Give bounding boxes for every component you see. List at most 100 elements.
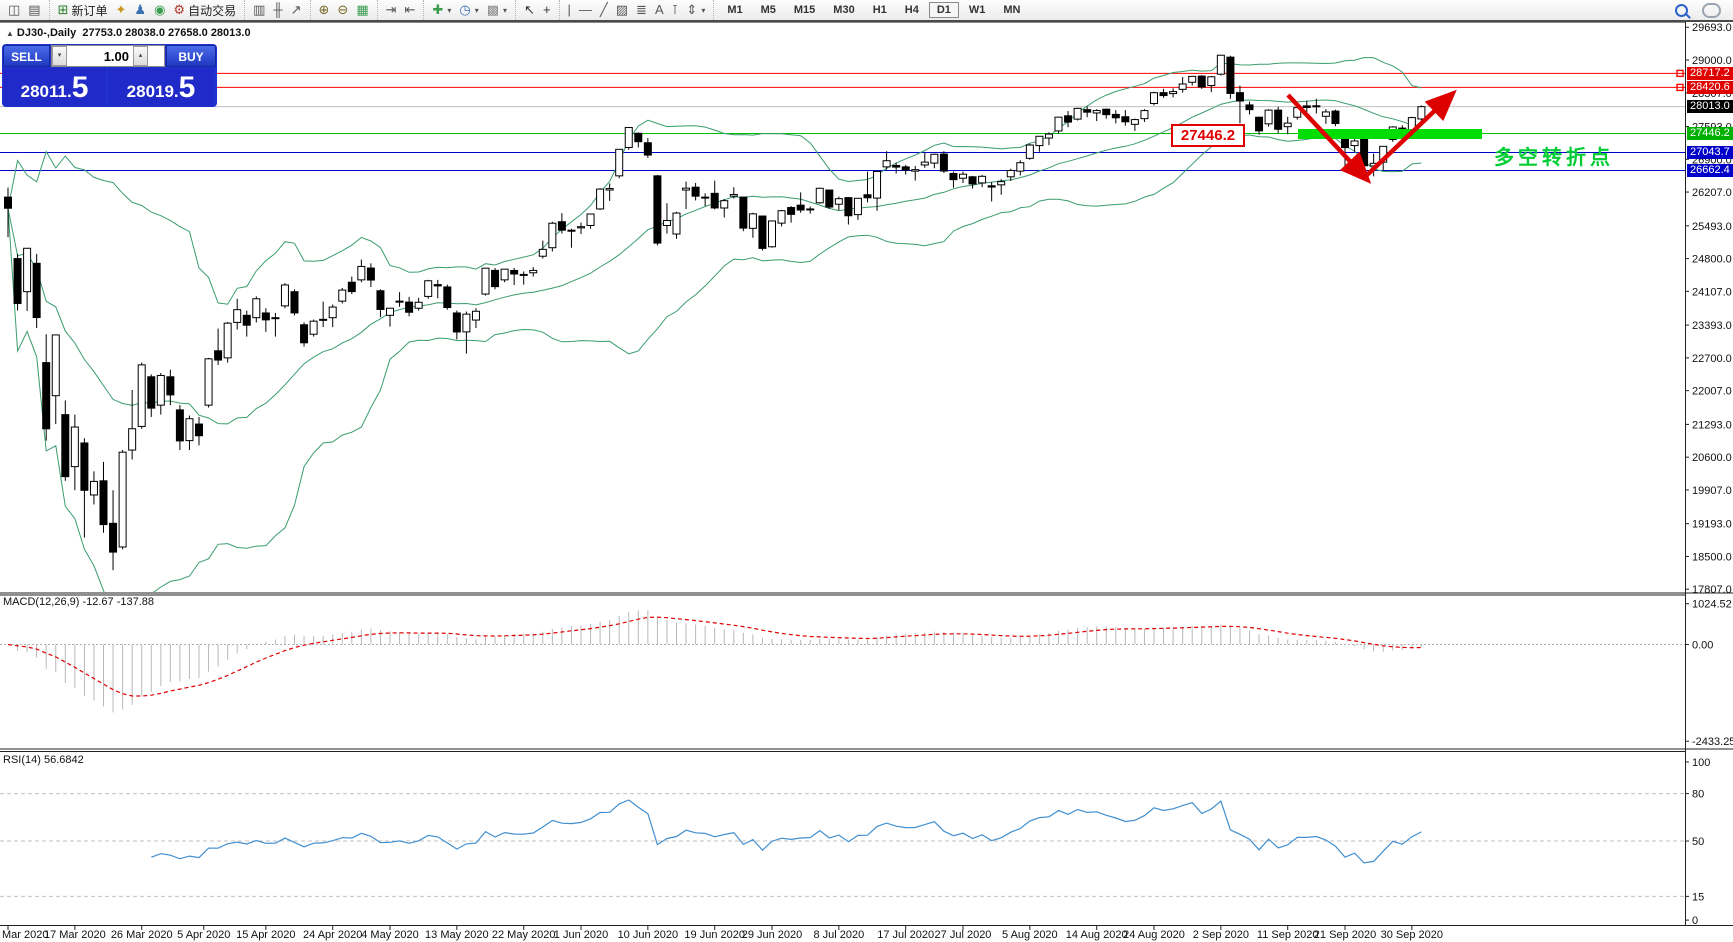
equidistant-channel-icon[interactable]: ▨ xyxy=(612,1,632,19)
new-order-icon[interactable]: ⊞ 新订单 xyxy=(54,1,112,19)
buy-price[interactable]: 28019. 5 xyxy=(108,68,214,106)
signals-icon[interactable]: ◉ xyxy=(150,1,169,19)
svg-text:100: 100 xyxy=(1692,757,1710,769)
symbol-period: DJ30-,Daily xyxy=(16,27,77,39)
volume-decrease-button[interactable]: ▾ xyxy=(52,46,67,66)
date-axis: Mar 202017 Mar 2020 26 Mar 2020 5 Apr 2020… xyxy=(2,926,1443,941)
svg-text:Mar 2020: Mar 2020 xyxy=(2,929,48,941)
svg-text:18500.0: 18500.0 xyxy=(1692,551,1732,563)
crosshair-icon[interactable]: + xyxy=(539,1,555,19)
timeframe-m30[interactable]: M30 xyxy=(825,2,862,18)
autotrading-icon[interactable]: ⚙ 自动交易 xyxy=(169,1,240,19)
new-chart-icon[interactable]: ◫ xyxy=(4,1,24,19)
timeframe-d1[interactable]: D1 xyxy=(928,2,959,18)
zoom-out-icon[interactable]: ⊖ xyxy=(333,1,352,19)
line-chart-icon[interactable]: ↗ xyxy=(287,1,306,19)
timeframe-m5[interactable]: M5 xyxy=(753,2,784,18)
rsi-pane xyxy=(0,793,1685,897)
trendline-icon[interactable]: ╱ xyxy=(596,1,612,19)
svg-text:27 Jul 2020: 27 Jul 2020 xyxy=(935,929,992,941)
svg-text:50: 50 xyxy=(1692,836,1704,848)
svg-text:17807.0: 17807.0 xyxy=(1692,584,1732,596)
tile-windows-icon[interactable]: ▦ xyxy=(352,1,372,19)
svg-text:19 Jun 2020: 19 Jun 2020 xyxy=(684,929,745,941)
svg-text:22007.0: 22007.0 xyxy=(1692,386,1732,398)
svg-text:5 Aug 2020: 5 Aug 2020 xyxy=(1002,929,1058,941)
price-badge-26662.4: 26662.4 xyxy=(1687,164,1733,178)
svg-text:20600.0: 20600.0 xyxy=(1692,452,1732,464)
vertical-line-icon[interactable]: | xyxy=(564,1,575,19)
svg-text:24107.0: 24107.0 xyxy=(1692,286,1732,298)
toolbar: ◫ ▤ ⊞ 新订单 ✦ ♟ ◉ ⚙ 自动交易 ▥ ╫ ↗ ⊕ ⊖ ▦ ⇥ ⇤ ✚ ▾ ◷ ▾ ▩ ▾ ↖ + | — ╱ ▨ ≣ A ⊺ ⇕ ▾ … xyxy=(0,0,1733,22)
timeframe-m15[interactable]: M15 xyxy=(786,2,823,18)
chart-canvas: 29693.029000.028307.027593.026900.026207… xyxy=(0,22,1733,941)
svg-text:1024.52: 1024.52 xyxy=(1692,599,1732,611)
support-price-annotation[interactable]: 27446.2 xyxy=(1171,124,1245,147)
buy-button[interactable]: BUY xyxy=(166,45,216,67)
svg-text:17 Jul 2020: 17 Jul 2020 xyxy=(877,929,934,941)
zoom-in-icon[interactable]: ⊕ xyxy=(315,1,334,19)
svg-text:0: 0 xyxy=(1692,915,1698,927)
profiles-icon[interactable]: ▤ xyxy=(24,1,44,19)
price-badge-27043.7: 27043.7 xyxy=(1687,146,1733,159)
svg-text:24800.0: 24800.0 xyxy=(1692,254,1732,266)
navigator-icon[interactable]: ♟ xyxy=(130,1,150,19)
svg-text:8 Jul 2020: 8 Jul 2020 xyxy=(813,929,864,941)
svg-text:13 May 2020: 13 May 2020 xyxy=(425,929,489,941)
timeframe-w1[interactable]: W1 xyxy=(961,2,994,18)
svg-text:21293.0: 21293.0 xyxy=(1692,419,1732,431)
svg-text:19907.0: 19907.0 xyxy=(1692,485,1732,497)
svg-text:24 Apr 2020: 24 Apr 2020 xyxy=(303,929,362,941)
svg-text:29693.0: 29693.0 xyxy=(1692,22,1732,34)
search-icon[interactable] xyxy=(1675,3,1688,17)
horizontal-level-lines xyxy=(0,69,1685,172)
rsi-indicator-label: RSI(14) 56.6842 xyxy=(3,754,84,766)
text-label-icon[interactable]: ⊺ xyxy=(668,1,683,19)
svg-text:0.00: 0.00 xyxy=(1692,639,1713,651)
svg-text:21 Sep 2020: 21 Sep 2020 xyxy=(1314,929,1376,941)
price-badge-28013.0: 28013.0 xyxy=(1687,100,1733,114)
horizontal-line-icon[interactable]: — xyxy=(575,1,596,19)
text-icon[interactable]: A xyxy=(651,1,668,19)
svg-text:14 Aug 2020: 14 Aug 2020 xyxy=(1066,929,1128,941)
timeframe-m1[interactable]: M1 xyxy=(719,2,750,18)
sell-price[interactable]: 28011. 5 xyxy=(3,68,106,106)
auto-scroll-icon[interactable]: ⇥ xyxy=(382,1,401,19)
price-badge-27446.2: 27446.2 xyxy=(1687,126,1733,140)
panel-toggle-icon[interactable]: ▲ xyxy=(6,29,14,38)
svg-text:19193.0: 19193.0 xyxy=(1692,519,1732,531)
svg-text:24 Aug 2020: 24 Aug 2020 xyxy=(1123,929,1185,941)
timeframe-h4[interactable]: H4 xyxy=(897,2,927,18)
indicators-icon[interactable]: ✚ ▾ xyxy=(428,1,455,19)
svg-text:30 Sep 2020: 30 Sep 2020 xyxy=(1381,929,1443,941)
svg-text:2 Sep 2020: 2 Sep 2020 xyxy=(1193,929,1249,941)
fibonacci-icon[interactable]: ≣ xyxy=(632,1,651,19)
timeframe-h1[interactable]: H1 xyxy=(865,2,895,18)
timeframe-mn[interactable]: MN xyxy=(995,2,1028,18)
volume-increase-button[interactable]: ▴ xyxy=(133,46,148,66)
pane-borders xyxy=(0,22,1733,926)
arrows-icon[interactable]: ⇕ ▾ xyxy=(682,1,709,19)
chat-icon[interactable] xyxy=(1702,2,1721,18)
macd-indicator-label: MACD(12,26,9) -12.67 -137.88 xyxy=(3,596,155,608)
chart-title: ▲ DJ30-,Daily 27753.0 28038.0 27658.0 280… xyxy=(6,27,251,39)
svg-text:22 May 2020: 22 May 2020 xyxy=(492,929,556,941)
market-horn-icon[interactable]: ✦ xyxy=(112,1,131,19)
svg-text:26207.0: 26207.0 xyxy=(1692,187,1732,199)
svg-text:5 Apr 2020: 5 Apr 2020 xyxy=(177,929,230,941)
cursor-icon[interactable]: ↖ xyxy=(520,1,539,19)
templates-icon[interactable]: ▩ ▾ xyxy=(483,1,511,19)
sell-button[interactable]: SELL xyxy=(3,45,50,67)
bar-chart-icon[interactable]: ▥ xyxy=(249,1,269,19)
candlestick-chart-icon[interactable]: ╫ xyxy=(269,1,286,19)
chart-shift-icon[interactable]: ⇤ xyxy=(401,1,420,19)
volume-control: ▾ ▴ xyxy=(51,45,165,67)
svg-text:26 Mar 2020: 26 Mar 2020 xyxy=(111,929,173,941)
turning-point-annotation: 多空转折点 xyxy=(1494,147,1614,169)
price-badge-28717.2: 28717.2 xyxy=(1687,66,1733,80)
svg-text:80: 80 xyxy=(1692,789,1704,801)
svg-text:11 Sep 2020: 11 Sep 2020 xyxy=(1257,929,1319,941)
svg-text:15 Apr 2020: 15 Apr 2020 xyxy=(236,929,295,941)
periods-icon[interactable]: ◷ ▾ xyxy=(455,1,482,19)
volume-input[interactable] xyxy=(67,46,133,66)
